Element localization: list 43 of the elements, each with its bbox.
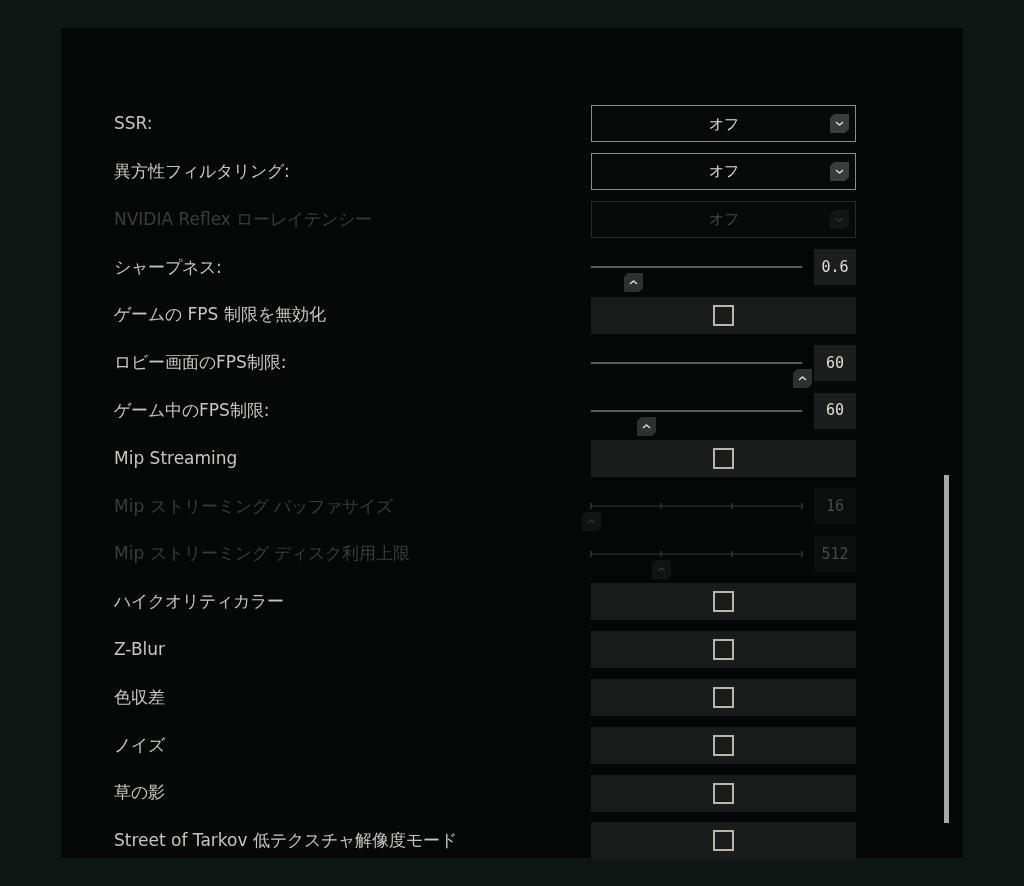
setting-label: 草の影 <box>114 781 166 805</box>
setting-label: ハイクオリティカラー <box>114 590 285 614</box>
checkbox-row[interactable] <box>591 678 856 716</box>
checkbox[interactable] <box>713 591 734 613</box>
setting-label: 色収差 <box>114 685 166 709</box>
slider-thumb[interactable] <box>793 368 812 388</box>
checkbox[interactable] <box>713 447 734 469</box>
checkbox-row[interactable] <box>591 631 856 669</box>
chevron-down-icon <box>830 114 849 134</box>
value-box: 60 <box>814 392 856 429</box>
setting-label: シャープネス: <box>114 255 223 279</box>
value-box: 512 <box>814 536 856 573</box>
checkbox-row[interactable] <box>591 774 856 812</box>
setting-label: Z-Blur <box>114 637 167 661</box>
checkbox-row[interactable] <box>591 726 856 764</box>
checkbox-row[interactable] <box>591 439 856 477</box>
checkbox[interactable] <box>713 830 734 852</box>
setting-label: ノイズ <box>114 733 166 757</box>
value-box: 60 <box>814 344 856 381</box>
slider-thumb[interactable] <box>636 416 656 436</box>
chevron-down-icon <box>830 210 849 229</box>
checkbox-row[interactable] <box>591 583 856 621</box>
setting-label: Mip Streaming <box>114 446 239 470</box>
setting-label: SSR: <box>114 112 154 136</box>
checkbox[interactable] <box>713 782 734 804</box>
dropdown[interactable]: オフ <box>591 105 856 143</box>
slider-thumb[interactable] <box>624 273 644 293</box>
checkbox[interactable] <box>713 686 734 708</box>
scrollbar[interactable] <box>944 475 949 823</box>
checkbox[interactable] <box>713 304 734 326</box>
setting-label: ゲーム中のFPS制限: <box>114 398 271 422</box>
setting-label: ロビー画面のFPS制限: <box>114 351 288 375</box>
value-box: 0.6 <box>814 249 856 286</box>
chevron-down-icon <box>830 162 849 182</box>
checkbox-row[interactable] <box>591 822 856 860</box>
value-box: 16 <box>814 488 856 525</box>
setting-label: ゲームの FPS 制限を無効化 <box>114 303 327 327</box>
setting-label: Street of Tarkov 低テクスチャ解像度モード <box>114 829 458 853</box>
checkbox[interactable] <box>713 639 734 661</box>
setting-label: 異方性フィルタリング: <box>114 159 291 183</box>
checkbox[interactable] <box>713 734 734 756</box>
checkbox-row[interactable] <box>591 296 856 334</box>
dropdown[interactable]: オフ <box>591 153 856 191</box>
